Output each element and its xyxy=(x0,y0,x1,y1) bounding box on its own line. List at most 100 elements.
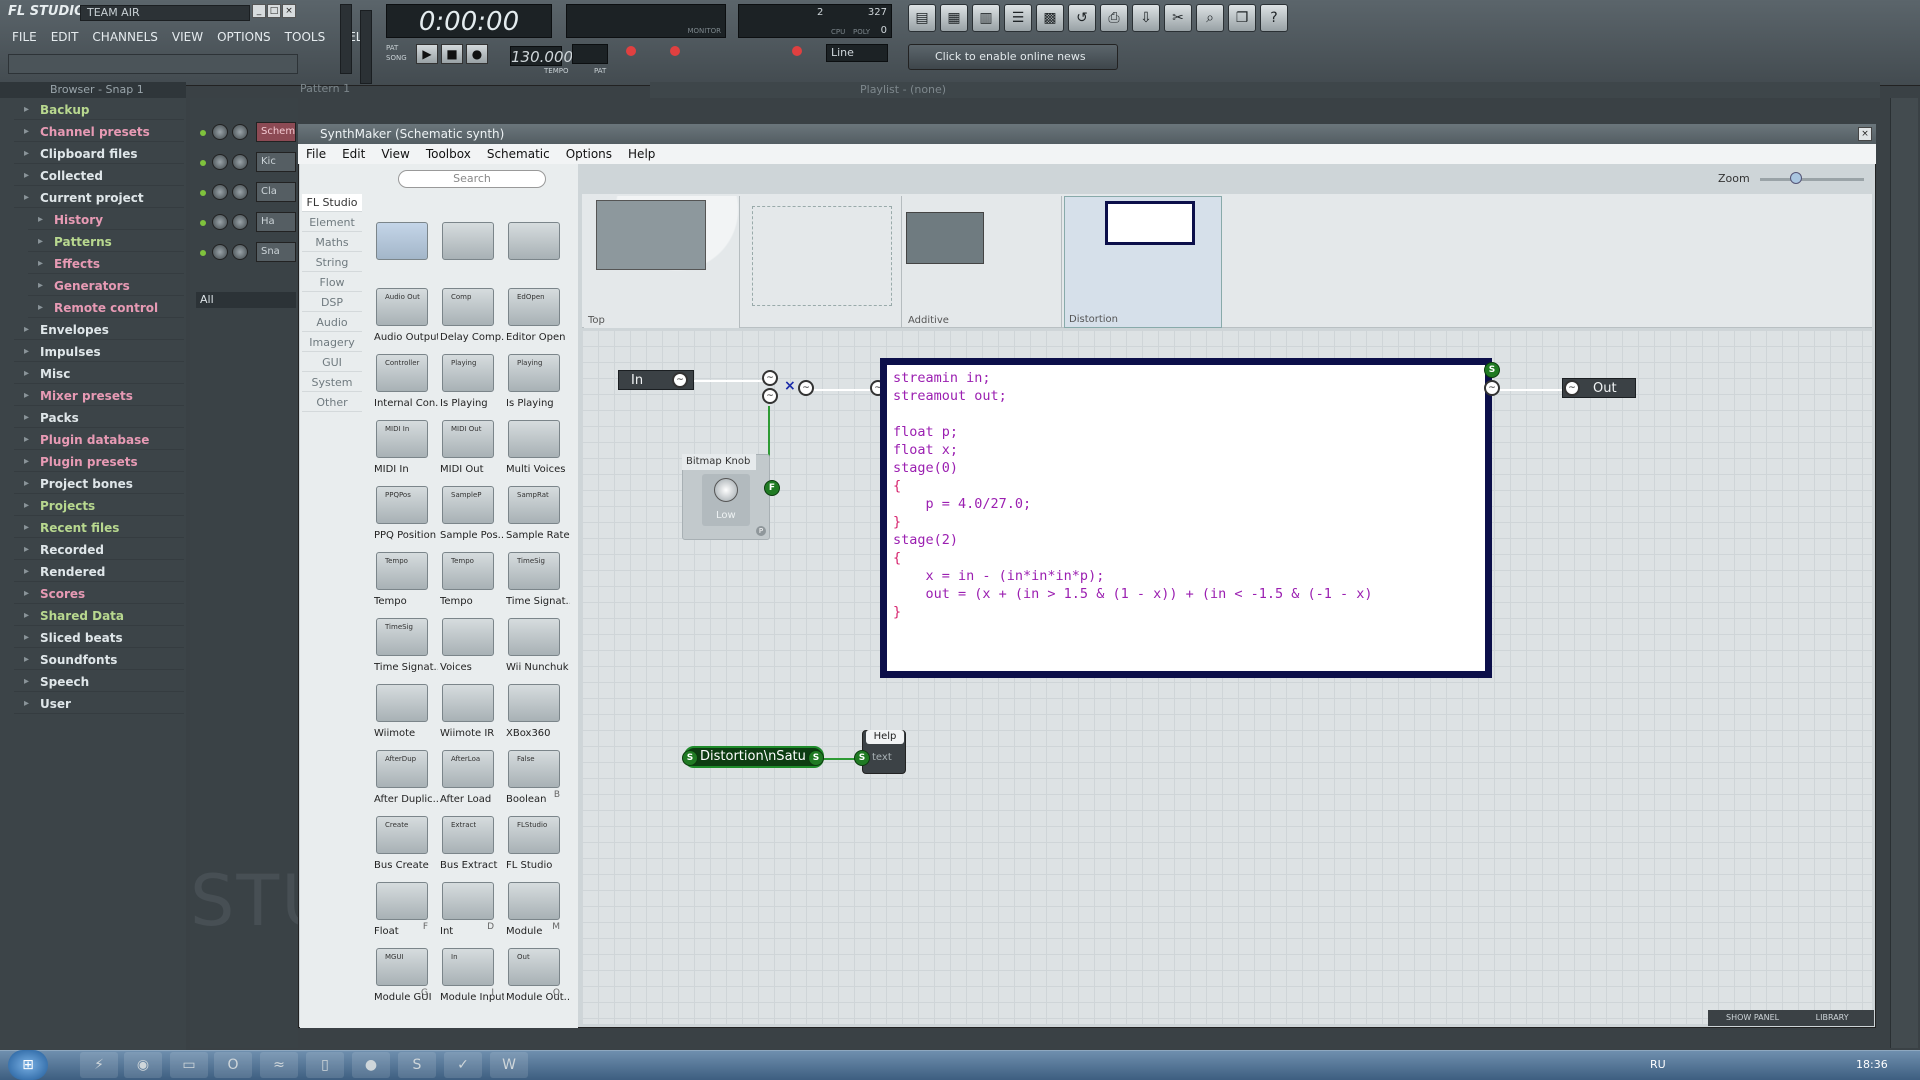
toolbox-component[interactable]: TimeSig Time Signat... xyxy=(504,548,570,612)
mult-input-b-icon[interactable]: ~ xyxy=(762,388,778,404)
toolbox-component[interactable]: Out Module Out... O xyxy=(504,944,570,1008)
browser-item[interactable]: ▸ Project bones xyxy=(14,474,184,494)
channel-volume-knob[interactable] xyxy=(232,244,248,260)
stop-button[interactable]: ■ xyxy=(441,44,463,64)
toolbox-component[interactable]: Controller Internal Con... xyxy=(372,350,438,414)
playlist-scrollbar[interactable] xyxy=(1890,98,1918,1048)
mult-input-a-icon[interactable]: ~ xyxy=(762,370,778,386)
taskbar-norton-icon[interactable]: ✓ xyxy=(444,1052,482,1078)
menu-file[interactable]: FILE xyxy=(12,30,37,44)
sm-menu-options[interactable]: Options xyxy=(566,144,612,164)
channel-row[interactable]: Cla xyxy=(196,182,296,204)
toolbox-category[interactable]: FL Studio xyxy=(302,194,362,212)
toolbox-category[interactable]: Imagery xyxy=(302,334,362,352)
toolbox-category[interactable]: String xyxy=(302,254,362,272)
toolbox-component[interactable]: Audio Out Audio Output xyxy=(372,284,438,348)
taskbar-lightning-icon[interactable]: ⚡ xyxy=(80,1052,118,1078)
browser-item[interactable]: ▸ Shared Data xyxy=(14,606,184,626)
toolbox-category[interactable]: Audio xyxy=(302,314,362,332)
toolbox-component[interactable]: Voices xyxy=(438,614,498,678)
sm-menu-toolbox[interactable]: Toolbox xyxy=(426,144,471,164)
channel-name-button[interactable]: Ha xyxy=(256,212,296,232)
toolbox-component[interactable]: Tempo Tempo xyxy=(438,548,498,612)
zoom-slider[interactable] xyxy=(1760,178,1864,181)
toolbox-component[interactable]: Float F xyxy=(372,878,432,942)
toolbox-component[interactable]: MIDI In MIDI In xyxy=(372,416,432,480)
toolbox-component[interactable]: In Module Input I xyxy=(438,944,504,1008)
browser-item[interactable]: ▸ Clipboard files xyxy=(14,144,184,164)
toolbox-component[interactable]: Int D xyxy=(438,878,498,942)
string-input-icon[interactable]: S xyxy=(682,750,698,766)
sm-menu-schematic[interactable]: Schematic xyxy=(487,144,550,164)
nav-thumb-top[interactable]: Top xyxy=(584,196,740,328)
out-connector-icon[interactable]: ~ xyxy=(1564,380,1580,396)
browser-item[interactable]: ▸ Rendered xyxy=(14,562,184,582)
system-clock[interactable]: 18:36 xyxy=(1856,1050,1888,1080)
maximize-button[interactable]: □ xyxy=(267,4,281,18)
toolbox-component[interactable]: Extract Bus Extract xyxy=(438,812,498,876)
browser-item[interactable]: ▸ Speech xyxy=(14,672,184,692)
rec-led[interactable] xyxy=(626,46,636,56)
toolbox-category[interactable]: GUI xyxy=(302,354,362,372)
toolbox-category[interactable]: Maths xyxy=(302,234,362,252)
toolbox-component[interactable]: Tempo Tempo xyxy=(372,548,432,612)
zoom-slider-handle[interactable] xyxy=(1790,172,1802,184)
record-button[interactable]: ● xyxy=(466,44,488,64)
browser-item[interactable]: ▸ Patterns xyxy=(28,232,184,252)
show-panel-button[interactable]: SHOW PANEL xyxy=(1726,1013,1779,1022)
channel-name-button[interactable]: Kic xyxy=(256,152,296,172)
toolbox-component[interactable]: Wiimote xyxy=(372,680,432,744)
channel-name-button[interactable]: Sna xyxy=(256,242,296,262)
document-icon[interactable]: ❐ xyxy=(1228,4,1256,32)
sm-menu-file[interactable]: File xyxy=(306,144,326,164)
channel-row[interactable]: Kic xyxy=(196,152,296,174)
channel-row[interactable]: Schemat xyxy=(196,122,296,144)
in-connector-icon[interactable]: ~ xyxy=(672,372,688,388)
browser-item[interactable]: ▸ Packs xyxy=(14,408,184,428)
toolbox-component[interactable]: Comp Delay Comp... xyxy=(438,284,504,348)
channel-pan-knob[interactable] xyxy=(212,244,228,260)
toolbox-component[interactable]: SampRat Sample Rate xyxy=(504,482,570,546)
mixer-icon[interactable]: ▩ xyxy=(1036,4,1064,32)
taskbar-document-icon[interactable]: ▯ xyxy=(306,1052,344,1078)
browser-item[interactable]: ▸ Generators xyxy=(28,276,184,296)
pattern-number[interactable] xyxy=(572,44,608,64)
save-icon[interactable]: ⎙ xyxy=(1100,4,1128,32)
channel-pan-knob[interactable] xyxy=(212,124,228,140)
help-input-icon[interactable]: S xyxy=(854,750,870,766)
channel-filter[interactable]: All xyxy=(196,292,296,308)
browser-item[interactable]: ▸ Projects xyxy=(14,496,184,516)
toolbox-component[interactable]: Wiimote IR xyxy=(438,680,498,744)
browser-item[interactable]: ▸ Effects xyxy=(28,254,184,274)
channel-row[interactable]: Ha xyxy=(196,212,296,234)
toolbox-component[interactable]: Create Bus Create xyxy=(372,812,432,876)
channel-volume-knob[interactable] xyxy=(232,154,248,170)
master-volume-fader[interactable] xyxy=(340,4,352,74)
browser-item[interactable]: ▸ Impulses xyxy=(14,342,184,362)
toolbox-component[interactable] xyxy=(504,218,564,282)
channel-pan-knob[interactable] xyxy=(212,214,228,230)
browser-item[interactable]: ▸ Plugin presets xyxy=(14,452,184,472)
browser-icon[interactable]: ☰ xyxy=(1004,4,1032,32)
close-button[interactable]: × xyxy=(282,4,296,18)
step-sequencer-icon[interactable]: ▦ xyxy=(940,4,968,32)
play-button[interactable]: ▶ xyxy=(416,44,438,64)
knob-float-output-icon[interactable]: F xyxy=(764,480,780,496)
playlist-icon[interactable]: ▤ xyxy=(908,4,936,32)
toolbox-component[interactable]: XBox360 xyxy=(504,680,564,744)
toolbox-component[interactable]: PPQPos PPQ Position xyxy=(372,482,436,546)
menu-options[interactable]: OPTIONS xyxy=(217,30,271,44)
taskbar-opera-icon[interactable]: O xyxy=(214,1052,252,1078)
browser-item[interactable]: ▸ User xyxy=(14,694,184,714)
knob-properties-icon[interactable]: P xyxy=(756,526,766,536)
toolbox-category[interactable]: Flow xyxy=(302,274,362,292)
channel-mute-led[interactable] xyxy=(200,190,206,196)
code-editor[interactable]: streamin in; streamout out; float p; float … xyxy=(880,358,1492,678)
code-string-output-icon[interactable]: S xyxy=(1484,362,1500,378)
export-icon[interactable]: ⇩ xyxy=(1132,4,1160,32)
browser-item[interactable]: ▸ Recent files xyxy=(14,518,184,538)
channel-row[interactable]: Sna xyxy=(196,242,296,264)
taskbar-word-icon[interactable]: W xyxy=(490,1052,528,1078)
toolbox-component[interactable]: AfterDup After Duplic... xyxy=(372,746,438,810)
help-icon[interactable]: ? xyxy=(1260,4,1288,32)
